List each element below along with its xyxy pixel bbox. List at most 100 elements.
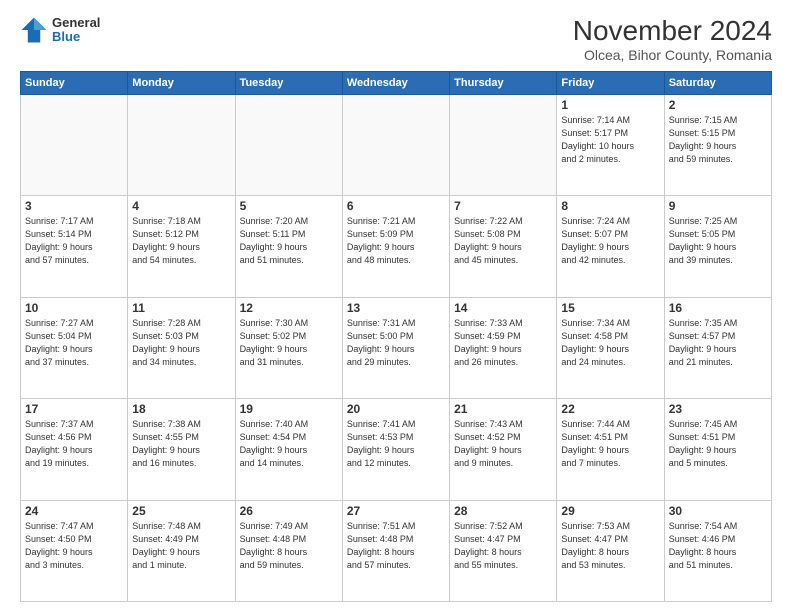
day-info: Sunrise: 7:28 AM Sunset: 5:03 PM Dayligh… [132, 317, 230, 369]
day-info: Sunrise: 7:49 AM Sunset: 4:48 PM Dayligh… [240, 520, 338, 572]
table-row: 29 Sunrise: 7:53 AM Sunset: 4:47 PM Dayli… [557, 500, 664, 601]
table-row: 17 Sunrise: 7:37 AM Sunset: 4:56 PM Dayli… [21, 399, 128, 500]
table-row: 10Sunrise: 7:27 AM Sunset: 5:04 PM Dayli… [21, 297, 128, 398]
table-row: 19 Sunrise: 7:40 AM Sunset: 4:54 PM Dayli… [235, 399, 342, 500]
table-row: 1Sunrise: 7:14 AM Sunset: 5:17 PM Daylig… [557, 94, 664, 195]
table-row [450, 94, 557, 195]
day-info: Sunrise: 7:54 AM Sunset: 4:46 PM Dayligh… [669, 520, 767, 572]
table-row: 11 Sunrise: 7:28 AM Sunset: 5:03 PM Dayli… [128, 297, 235, 398]
day-info: Sunrise: 7:37 AM Sunset: 4:56 PM Dayligh… [25, 418, 123, 470]
day-number: 14 [454, 301, 552, 315]
table-row: 7Sunrise: 7:22 AM Sunset: 5:08 PM Daylig… [450, 196, 557, 297]
day-number: 15 [561, 301, 659, 315]
day-number: 18 [132, 402, 230, 416]
day-info: Sunrise: 7:14 AM Sunset: 5:17 PM Dayligh… [561, 114, 659, 166]
day-info: Sunrise: 7:45 AM Sunset: 4:51 PM Dayligh… [669, 418, 767, 470]
page: General Blue November 2024 Olcea, Bihor … [0, 0, 792, 612]
table-row: 30Sunrise: 7:54 AM Sunset: 4:46 PM Dayli… [664, 500, 771, 601]
col-sunday: Sunday [21, 71, 128, 94]
day-number: 4 [132, 199, 230, 213]
calendar-header-row: Sunday Monday Tuesday Wednesday Thursday… [21, 71, 772, 94]
day-number: 16 [669, 301, 767, 315]
day-info: Sunrise: 7:40 AM Sunset: 4:54 PM Dayligh… [240, 418, 338, 470]
day-number: 11 [132, 301, 230, 315]
table-row: 24Sunrise: 7:47 AM Sunset: 4:50 PM Dayli… [21, 500, 128, 601]
table-row: 22 Sunrise: 7:44 AM Sunset: 4:51 PM Dayli… [557, 399, 664, 500]
col-saturday: Saturday [664, 71, 771, 94]
day-info: Sunrise: 7:31 AM Sunset: 5:00 PM Dayligh… [347, 317, 445, 369]
day-info: Sunrise: 7:25 AM Sunset: 5:05 PM Dayligh… [669, 215, 767, 267]
table-row: 9 Sunrise: 7:25 AM Sunset: 5:05 PM Daylig… [664, 196, 771, 297]
table-row: 12Sunrise: 7:30 AM Sunset: 5:02 PM Dayli… [235, 297, 342, 398]
calendar-table: Sunday Monday Tuesday Wednesday Thursday… [20, 71, 772, 602]
day-info: Sunrise: 7:53 AM Sunset: 4:47 PM Dayligh… [561, 520, 659, 572]
day-info: Sunrise: 7:15 AM Sunset: 5:15 PM Dayligh… [669, 114, 767, 166]
table-row [235, 94, 342, 195]
table-row: 2 Sunrise: 7:15 AM Sunset: 5:15 PM Daylig… [664, 94, 771, 195]
header: General Blue November 2024 Olcea, Bihor … [20, 16, 772, 63]
day-info: Sunrise: 7:48 AM Sunset: 4:49 PM Dayligh… [132, 520, 230, 572]
day-info: Sunrise: 7:20 AM Sunset: 5:11 PM Dayligh… [240, 215, 338, 267]
col-thursday: Thursday [450, 71, 557, 94]
day-info: Sunrise: 7:33 AM Sunset: 4:59 PM Dayligh… [454, 317, 552, 369]
table-row: 15 Sunrise: 7:34 AM Sunset: 4:58 PM Dayli… [557, 297, 664, 398]
logo-general-text: General [52, 16, 100, 30]
calendar-week-row: 24Sunrise: 7:47 AM Sunset: 4:50 PM Dayli… [21, 500, 772, 601]
logo-blue-text: Blue [52, 30, 100, 44]
table-row [21, 94, 128, 195]
day-number: 19 [240, 402, 338, 416]
day-number: 29 [561, 504, 659, 518]
day-info: Sunrise: 7:43 AM Sunset: 4:52 PM Dayligh… [454, 418, 552, 470]
day-number: 21 [454, 402, 552, 416]
day-number: 26 [240, 504, 338, 518]
day-number: 20 [347, 402, 445, 416]
day-info: Sunrise: 7:44 AM Sunset: 4:51 PM Dayligh… [561, 418, 659, 470]
day-info: Sunrise: 7:35 AM Sunset: 4:57 PM Dayligh… [669, 317, 767, 369]
day-info: Sunrise: 7:38 AM Sunset: 4:55 PM Dayligh… [132, 418, 230, 470]
day-number: 25 [132, 504, 230, 518]
col-monday: Monday [128, 71, 235, 94]
day-number: 3 [25, 199, 123, 213]
table-row: 21 Sunrise: 7:43 AM Sunset: 4:52 PM Dayli… [450, 399, 557, 500]
calendar-week-row: 1Sunrise: 7:14 AM Sunset: 5:17 PM Daylig… [21, 94, 772, 195]
table-row: 23Sunrise: 7:45 AM Sunset: 4:51 PM Dayli… [664, 399, 771, 500]
table-row: 28 Sunrise: 7:52 AM Sunset: 4:47 PM Dayli… [450, 500, 557, 601]
col-wednesday: Wednesday [342, 71, 449, 94]
table-row: 13 Sunrise: 7:31 AM Sunset: 5:00 PM Dayli… [342, 297, 449, 398]
day-number: 2 [669, 98, 767, 112]
day-number: 13 [347, 301, 445, 315]
day-number: 12 [240, 301, 338, 315]
table-row [342, 94, 449, 195]
table-row: 16 Sunrise: 7:35 AM Sunset: 4:57 PM Dayli… [664, 297, 771, 398]
table-row: 27 Sunrise: 7:51 AM Sunset: 4:48 PM Dayli… [342, 500, 449, 601]
day-number: 28 [454, 504, 552, 518]
table-row [128, 94, 235, 195]
day-info: Sunrise: 7:41 AM Sunset: 4:53 PM Dayligh… [347, 418, 445, 470]
day-info: Sunrise: 7:18 AM Sunset: 5:12 PM Dayligh… [132, 215, 230, 267]
day-number: 24 [25, 504, 123, 518]
day-number: 17 [25, 402, 123, 416]
calendar-week-row: 3Sunrise: 7:17 AM Sunset: 5:14 PM Daylig… [21, 196, 772, 297]
table-row: 25 Sunrise: 7:48 AM Sunset: 4:49 PM Dayli… [128, 500, 235, 601]
day-number: 5 [240, 199, 338, 213]
calendar-week-row: 17 Sunrise: 7:37 AM Sunset: 4:56 PM Dayli… [21, 399, 772, 500]
table-row: 4 Sunrise: 7:18 AM Sunset: 5:12 PM Daylig… [128, 196, 235, 297]
day-number: 9 [669, 199, 767, 213]
day-info: Sunrise: 7:52 AM Sunset: 4:47 PM Dayligh… [454, 520, 552, 572]
logo-icon [20, 16, 48, 44]
day-number: 22 [561, 402, 659, 416]
table-row: 8Sunrise: 7:24 AM Sunset: 5:07 PM Daylig… [557, 196, 664, 297]
logo-text: General Blue [52, 16, 100, 45]
table-row: 5 Sunrise: 7:20 AM Sunset: 5:11 PM Daylig… [235, 196, 342, 297]
col-friday: Friday [557, 71, 664, 94]
day-info: Sunrise: 7:34 AM Sunset: 4:58 PM Dayligh… [561, 317, 659, 369]
title-block: November 2024 Olcea, Bihor County, Roman… [573, 16, 772, 63]
day-number: 7 [454, 199, 552, 213]
day-info: Sunrise: 7:51 AM Sunset: 4:48 PM Dayligh… [347, 520, 445, 572]
day-number: 27 [347, 504, 445, 518]
day-info: Sunrise: 7:24 AM Sunset: 5:07 PM Dayligh… [561, 215, 659, 267]
table-row: 26 Sunrise: 7:49 AM Sunset: 4:48 PM Dayli… [235, 500, 342, 601]
day-info: Sunrise: 7:21 AM Sunset: 5:09 PM Dayligh… [347, 215, 445, 267]
table-row: 3Sunrise: 7:17 AM Sunset: 5:14 PM Daylig… [21, 196, 128, 297]
table-row: 20 Sunrise: 7:41 AM Sunset: 4:53 PM Dayli… [342, 399, 449, 500]
